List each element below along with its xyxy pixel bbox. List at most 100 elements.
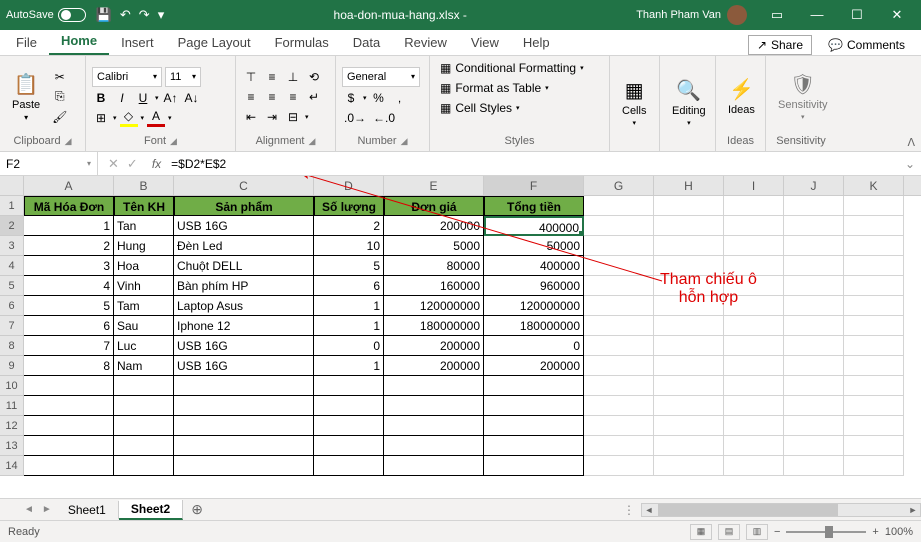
cell[interactable]: [484, 376, 584, 396]
cancel-formula-icon[interactable]: ✕: [108, 156, 119, 172]
row-header[interactable]: 14: [0, 456, 24, 476]
cell[interactable]: Laptop Asus: [174, 296, 314, 316]
cell[interactable]: Tan: [114, 216, 174, 236]
cell[interactable]: [484, 416, 584, 436]
col-header-h[interactable]: H: [654, 176, 724, 195]
cell[interactable]: 1: [314, 316, 384, 336]
cell[interactable]: [784, 296, 844, 316]
format-as-table-button[interactable]: ▦Format as Table▾: [436, 80, 588, 96]
cell[interactable]: 180000000: [384, 316, 484, 336]
tab-insert[interactable]: Insert: [109, 30, 166, 55]
cell[interactable]: [384, 436, 484, 456]
align-top-icon[interactable]: ⊤: [242, 68, 260, 86]
cell[interactable]: [844, 416, 904, 436]
zoom-out-icon[interactable]: −: [774, 526, 780, 538]
cell[interactable]: [654, 276, 724, 296]
cell[interactable]: 5000: [384, 236, 484, 256]
decrease-font-icon[interactable]: A↓: [183, 89, 201, 107]
cell[interactable]: 3: [24, 256, 114, 276]
page-break-view-icon[interactable]: ▥: [746, 524, 768, 540]
cell[interactable]: USB 16G: [174, 336, 314, 356]
cell[interactable]: [654, 236, 724, 256]
cell[interactable]: [724, 296, 784, 316]
expand-formula-bar-icon[interactable]: ⌄: [899, 157, 921, 171]
editing-button[interactable]: 🔍Editing▾: [666, 60, 712, 145]
cell[interactable]: 160000: [384, 276, 484, 296]
cell[interactable]: [174, 456, 314, 476]
cell[interactable]: [174, 436, 314, 456]
cell[interactable]: [174, 376, 314, 396]
save-icon[interactable]: 💾: [96, 7, 112, 23]
alignment-launcher[interactable]: ◢: [309, 136, 316, 147]
cells-button[interactable]: ▦Cells▾: [616, 60, 652, 145]
cell[interactable]: 2: [24, 236, 114, 256]
cell[interactable]: Luc: [114, 336, 174, 356]
spreadsheet-grid[interactable]: A B C D E F G H I J K 1Mã Hóa ĐơnTên KHS…: [0, 176, 921, 498]
cell[interactable]: Mã Hóa Đơn: [24, 196, 114, 216]
cell[interactable]: [724, 256, 784, 276]
row-header[interactable]: 4: [0, 256, 24, 276]
tab-review[interactable]: Review: [392, 30, 459, 55]
cell[interactable]: 400000: [484, 256, 584, 276]
cell[interactable]: [724, 236, 784, 256]
name-box[interactable]: F2▾: [0, 152, 98, 175]
cell[interactable]: Số lượng: [314, 196, 384, 216]
cell[interactable]: 200000: [384, 356, 484, 376]
enter-formula-icon[interactable]: ✓: [127, 156, 138, 172]
zoom-in-icon[interactable]: +: [872, 526, 878, 538]
cell[interactable]: [584, 436, 654, 456]
cell[interactable]: Chuột DELL: [174, 256, 314, 276]
fill-color-icon[interactable]: ◇: [120, 109, 138, 127]
cell[interactable]: [844, 456, 904, 476]
cell[interactable]: [844, 436, 904, 456]
row-header[interactable]: 1: [0, 196, 24, 216]
cell[interactable]: 960000: [484, 276, 584, 296]
row-header[interactable]: 5: [0, 276, 24, 296]
font-launcher[interactable]: ◢: [170, 136, 177, 147]
close-icon[interactable]: ✕: [879, 7, 915, 23]
cell[interactable]: USB 16G: [174, 356, 314, 376]
cell[interactable]: 200000: [484, 356, 584, 376]
cell[interactable]: [174, 396, 314, 416]
cell[interactable]: [24, 396, 114, 416]
col-header-j[interactable]: J: [784, 176, 844, 195]
cell[interactable]: [384, 456, 484, 476]
row-header[interactable]: 6: [0, 296, 24, 316]
sheet-tab-sheet1[interactable]: Sheet1: [56, 501, 119, 519]
cell[interactable]: [584, 236, 654, 256]
paste-button[interactable]: 📋Paste▾: [6, 60, 46, 133]
undo-icon[interactable]: ↶: [120, 7, 131, 23]
cell[interactable]: 120000000: [484, 296, 584, 316]
increase-decimal-icon[interactable]: .0→: [342, 109, 368, 127]
cell[interactable]: [724, 336, 784, 356]
add-sheet-button[interactable]: ⊕: [183, 501, 211, 518]
cell[interactable]: [784, 396, 844, 416]
cell[interactable]: [114, 416, 174, 436]
cell[interactable]: [314, 376, 384, 396]
row-header[interactable]: 9: [0, 356, 24, 376]
cell[interactable]: [584, 216, 654, 236]
row-header[interactable]: 11: [0, 396, 24, 416]
fx-icon[interactable]: fx: [148, 157, 165, 171]
wrap-text-icon[interactable]: ↵: [305, 88, 323, 106]
cell[interactable]: [654, 436, 724, 456]
minimize-icon[interactable]: —: [799, 7, 835, 23]
cell[interactable]: [584, 376, 654, 396]
col-header-k[interactable]: K: [844, 176, 904, 195]
cell[interactable]: [844, 336, 904, 356]
cell[interactable]: 120000000: [384, 296, 484, 316]
cell[interactable]: [384, 396, 484, 416]
cell[interactable]: [584, 196, 654, 216]
italic-button[interactable]: I: [113, 89, 131, 107]
sheet-nav-next-icon[interactable]: ►: [38, 504, 56, 515]
tab-data[interactable]: Data: [341, 30, 392, 55]
cell[interactable]: [114, 436, 174, 456]
cell[interactable]: USB 16G: [174, 216, 314, 236]
cell[interactable]: 200000: [384, 216, 484, 236]
cell[interactable]: 8: [24, 356, 114, 376]
merge-icon[interactable]: ⊟: [284, 108, 302, 126]
cell[interactable]: [654, 456, 724, 476]
cell[interactable]: [384, 416, 484, 436]
cell[interactable]: 200000: [384, 336, 484, 356]
cell[interactable]: [654, 256, 724, 276]
